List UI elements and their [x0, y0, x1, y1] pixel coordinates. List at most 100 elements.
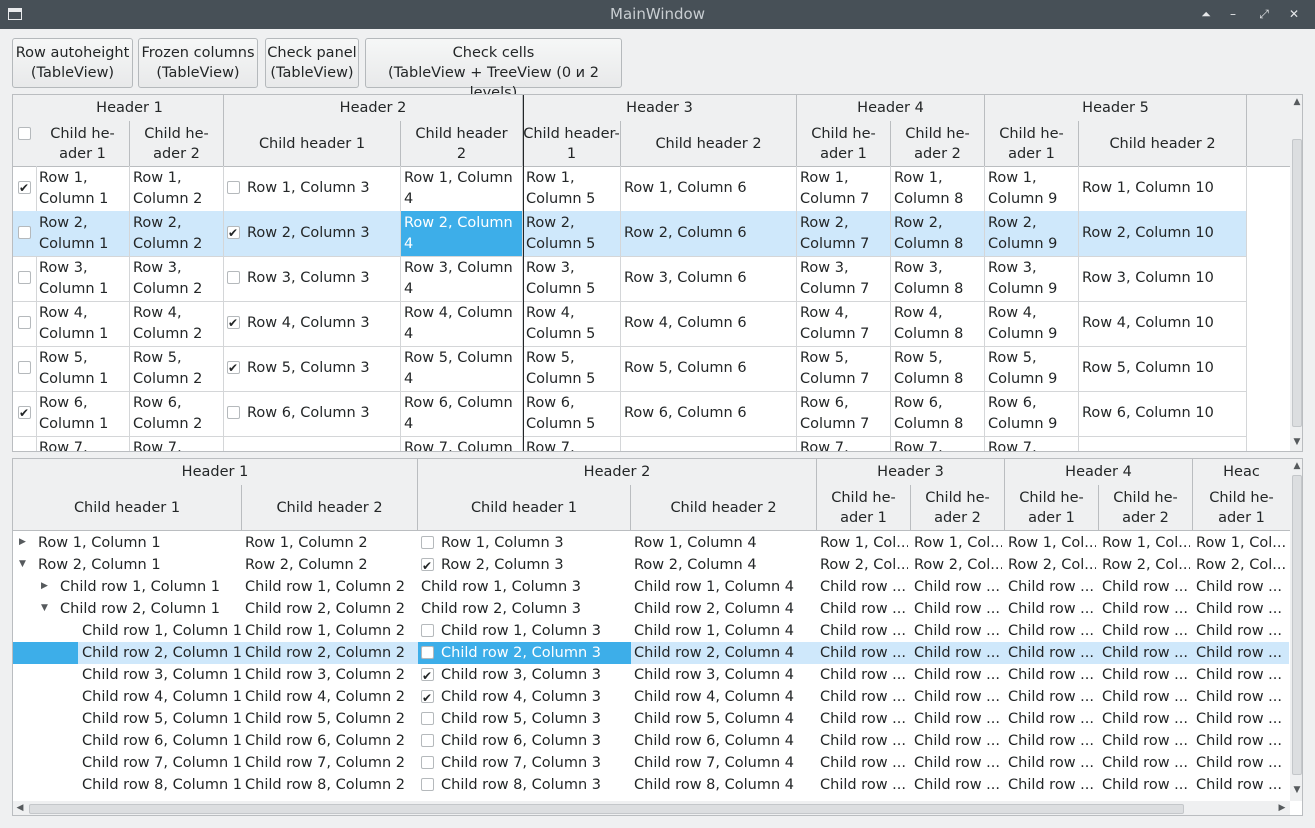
tree-cell[interactable]: Child row 1, Column 2	[242, 620, 415, 642]
column-header[interactable]: Child header 1	[224, 121, 401, 167]
tree-cell[interactable]: Child row ...	[911, 620, 1002, 642]
table-cell[interactable]: Row 1, Column 8	[891, 166, 985, 212]
tree-cell[interactable]: Child row 4, Column 4	[631, 686, 814, 708]
column-header[interactable]: Child header 2	[1079, 121, 1247, 167]
column-header[interactable]: Child header 2	[631, 485, 817, 531]
table-cell[interactable]: Row 6, Column 8	[891, 391, 985, 437]
tree-cell[interactable]: Child row ...	[1005, 598, 1096, 620]
table-cell[interactable]: Row 6, Column 10	[1079, 391, 1247, 437]
table-cell[interactable]: Row 6, Column 5	[523, 391, 621, 437]
table-cell[interactable]: Row 4, Column 4	[401, 301, 523, 347]
cell-checkbox[interactable]	[227, 271, 240, 284]
tree-cell[interactable]: Child row ...	[817, 664, 908, 686]
tree-cell[interactable]: Child row ...	[1099, 708, 1190, 730]
tree-cell[interactable]: Child row 6, Column 1	[79, 730, 242, 752]
table-cell[interactable]: Row 2, Column 5	[523, 211, 621, 257]
tree-cell[interactable]: Child row ...	[1005, 686, 1096, 708]
tree-cell[interactable]: Child row ...	[911, 598, 1002, 620]
tree-cell[interactable]: Child row ...	[1099, 664, 1190, 686]
tree-cell[interactable]: Child row 1, Column 3	[418, 576, 631, 598]
tree-cell[interactable]: Child row ...	[1193, 774, 1288, 796]
column-header[interactable]: Child he- ader 2	[891, 121, 985, 167]
horizontal-scrollbar[interactable]: ◀ ▶	[13, 801, 1290, 815]
column-header[interactable]: Child he- ader 2	[1099, 485, 1193, 531]
tree-cell[interactable]: Child row 2, Column 1	[79, 642, 242, 664]
row-check-cell[interactable]	[13, 166, 37, 212]
tree-cell[interactable]: Row 2, Col...	[817, 554, 908, 576]
tree-cell[interactable]: Child row ...	[1099, 730, 1190, 752]
tree-cell[interactable]: Row 2, Column 2	[242, 554, 415, 576]
table-cell[interactable]: Row 4, Column 10	[1079, 301, 1247, 347]
tree-cell[interactable]: Child row ...	[1099, 774, 1190, 796]
table-cell[interactable]: Row 2, Column 10	[1079, 211, 1247, 257]
tree-cell[interactable]: Row 1, Col...	[1099, 532, 1190, 554]
table-cell[interactable]: Row 5, Column 1	[36, 346, 130, 392]
tree-cell[interactable]: Child row ...	[911, 664, 1002, 686]
tree-cell[interactable]: Row 1, Column 2	[242, 532, 415, 554]
cell-checkbox[interactable]	[421, 755, 434, 769]
tree-cell[interactable]: Child row ...	[1005, 642, 1096, 664]
table-cell[interactable]: Row 3, Column 6	[621, 256, 797, 302]
column-header[interactable]: Child header- 1	[523, 121, 621, 167]
tree-cell[interactable]: Child row 4, Column 2	[242, 686, 415, 708]
tree-cell[interactable]: Child row ...	[1005, 576, 1096, 598]
group-header[interactable]: Header 5	[985, 95, 1247, 122]
group-header[interactable]: Header 4	[1005, 459, 1193, 486]
tree-cell[interactable]: Child row ...	[1005, 752, 1096, 774]
table-cell[interactable]: Row 4, Column 3	[224, 301, 401, 347]
tree-cell[interactable]: Child row 5, Column 2	[242, 708, 415, 730]
collapse-arrow-icon[interactable]: ▼	[19, 559, 29, 569]
table-cell[interactable]: Row 5, Column 8	[891, 346, 985, 392]
table-cell[interactable]: Row 4, Column 5	[523, 301, 621, 347]
table-cell[interactable]: Row 2, Column 2	[130, 211, 224, 257]
tree-cell[interactable]: Child row ...	[1193, 642, 1288, 664]
tree-cell[interactable]: Child row ...	[1193, 686, 1288, 708]
table-cell[interactable]: Row 6, Column 2	[130, 391, 224, 437]
tree-cell[interactable]: Child row 6, Column 4	[631, 730, 814, 752]
tree-cell[interactable]: Child row 2, Column 4	[631, 598, 814, 620]
table-cell[interactable]: Row 1, Column 10	[1079, 166, 1247, 212]
tree-cell[interactable]: Child row ...	[911, 752, 1002, 774]
table-cell[interactable]: Row 2, Column 9	[985, 211, 1079, 257]
column-header[interactable]: Child header 1	[418, 485, 631, 531]
table-cell[interactable]: Row 7,	[130, 436, 224, 451]
column-header[interactable]: Child he- ader 1	[1005, 485, 1099, 531]
tree-cell[interactable]: Child row 7, Column 2	[242, 752, 415, 774]
tree-cell[interactable]: Child row 6, Column 3	[418, 730, 631, 752]
row-check-cell[interactable]	[13, 301, 37, 347]
cell-checkbox[interactable]	[227, 181, 240, 194]
tree-cell[interactable]: Child row 3, Column 4	[631, 664, 814, 686]
table-cell[interactable]: Row 1, Column 1	[36, 166, 130, 212]
scrollbar-thumb[interactable]	[1292, 475, 1302, 775]
table-cell[interactable]: Row 1, Column 2	[130, 166, 224, 212]
table-cell[interactable]: Row 2, Column 4	[401, 211, 523, 257]
column-header[interactable]: Child he- ader 2	[911, 485, 1005, 531]
vertical-scrollbar[interactable]: ▲ ▼	[1290, 95, 1302, 451]
tree-cell[interactable]: Child row ...	[1099, 576, 1190, 598]
tree-cell[interactable]: Child row ...	[1193, 620, 1288, 642]
column-header[interactable]: Child header 2	[401, 121, 523, 167]
row-checkbox[interactable]	[18, 178, 31, 199]
group-header[interactable]: Header 1	[13, 459, 418, 486]
tree-cell[interactable]: Child row 6, Column 2	[242, 730, 415, 752]
tree-cell[interactable]: Child row 3, Column 2	[242, 664, 415, 686]
table-cell[interactable]: Row 2, Column 7	[797, 211, 891, 257]
table-cell[interactable]: Row 2, Column 6	[621, 211, 797, 257]
tree-cell[interactable]: Child row ...	[1099, 686, 1190, 708]
table-cell[interactable]: Row 5, Column 2	[130, 346, 224, 392]
table-cell[interactable]: Row 3, Column 3	[224, 256, 401, 302]
keep-above-icon[interactable]: ⏶	[1197, 5, 1215, 23]
row-checkbox[interactable]	[18, 451, 31, 452]
tree-cell[interactable]: Child row ...	[1193, 708, 1288, 730]
scroll-down-icon[interactable]: ▼	[1290, 785, 1302, 795]
tree-cell[interactable]: Child row ...	[817, 642, 908, 664]
tree-cell[interactable]: Child row ...	[1099, 620, 1190, 642]
collapse-arrow-icon[interactable]: ▼	[41, 603, 51, 613]
tree-cell[interactable]: Row 2, Column 4	[631, 554, 814, 576]
tree-cell[interactable]: Child row 7, Column 4	[631, 752, 814, 774]
cell-checkbox[interactable]	[421, 645, 434, 659]
column-header[interactable]: Child he- ader 1	[1193, 485, 1291, 531]
tree-cell[interactable]: Child row ...	[911, 576, 1002, 598]
row-check-cell[interactable]	[13, 436, 37, 452]
table-cell[interactable]: Row 7,	[523, 436, 621, 451]
